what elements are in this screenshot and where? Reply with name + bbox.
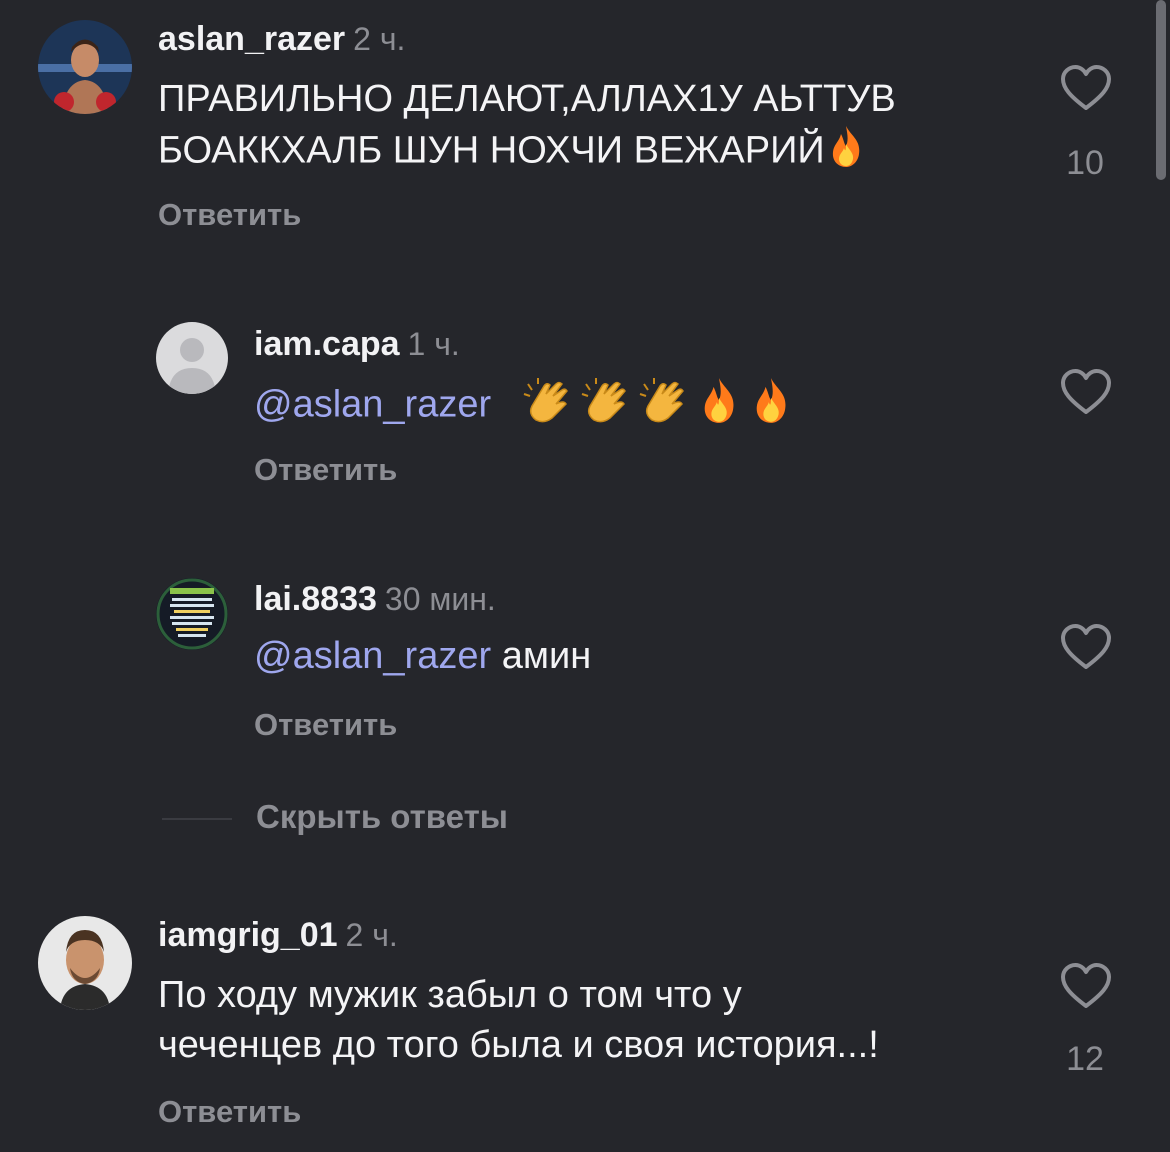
comment-text: @aslan_razer bbox=[254, 376, 800, 437]
mention-link[interactable]: @aslan_razer bbox=[254, 384, 491, 426]
hide-replies-button[interactable]: Скрыть ответы bbox=[256, 798, 508, 836]
username[interactable]: iamgrig_01 bbox=[158, 916, 338, 954]
heart-icon[interactable] bbox=[1060, 368, 1112, 416]
hide-replies-divider bbox=[162, 818, 232, 820]
like-count: 10 bbox=[1066, 144, 1104, 182]
fire-emoji bbox=[696, 376, 742, 437]
comment-text: По ходу мужик забыл о том что у чеченцев… bbox=[158, 974, 879, 1066]
username[interactable]: aslan_razer bbox=[158, 20, 345, 58]
like-count: 12 bbox=[1066, 1040, 1104, 1078]
username[interactable]: iam.capa bbox=[254, 325, 400, 363]
comment-time: 2 ч. bbox=[345, 917, 398, 953]
fire-emoji bbox=[825, 124, 867, 181]
heart-icon[interactable] bbox=[1060, 623, 1112, 671]
avatar[interactable] bbox=[156, 322, 228, 394]
heart-icon[interactable] bbox=[1060, 64, 1112, 112]
reply-button[interactable]: Ответить bbox=[158, 1094, 301, 1130]
comment-time: 30 мин. bbox=[384, 581, 496, 617]
avatar[interactable] bbox=[156, 578, 228, 650]
username[interactable]: lai.8833 bbox=[254, 580, 377, 618]
reply-button[interactable]: Ответить bbox=[254, 707, 397, 743]
comment-time: 2 ч. bbox=[353, 21, 406, 57]
comment-text: ПРАВИЛЬНО ДЕЛАЮТ,АЛЛАХ1У АЬТТУВ БОАККХАЛ… bbox=[158, 74, 1018, 181]
scrollbar[interactable] bbox=[1156, 0, 1166, 180]
reply-button[interactable]: Ответить bbox=[254, 452, 397, 488]
comment-text: @aslan_razer амин bbox=[254, 635, 592, 677]
clap-emoji bbox=[580, 376, 632, 437]
clap-emoji bbox=[638, 376, 690, 437]
comment-time: 1 ч. bbox=[407, 326, 460, 362]
clap-emoji bbox=[522, 376, 574, 437]
fire-emoji bbox=[748, 376, 794, 437]
heart-icon[interactable] bbox=[1060, 962, 1112, 1010]
avatar[interactable] bbox=[38, 20, 132, 114]
mention-link[interactable]: @aslan_razer bbox=[254, 635, 491, 677]
reply-button[interactable]: Ответить bbox=[158, 197, 301, 233]
avatar[interactable] bbox=[38, 916, 132, 1010]
